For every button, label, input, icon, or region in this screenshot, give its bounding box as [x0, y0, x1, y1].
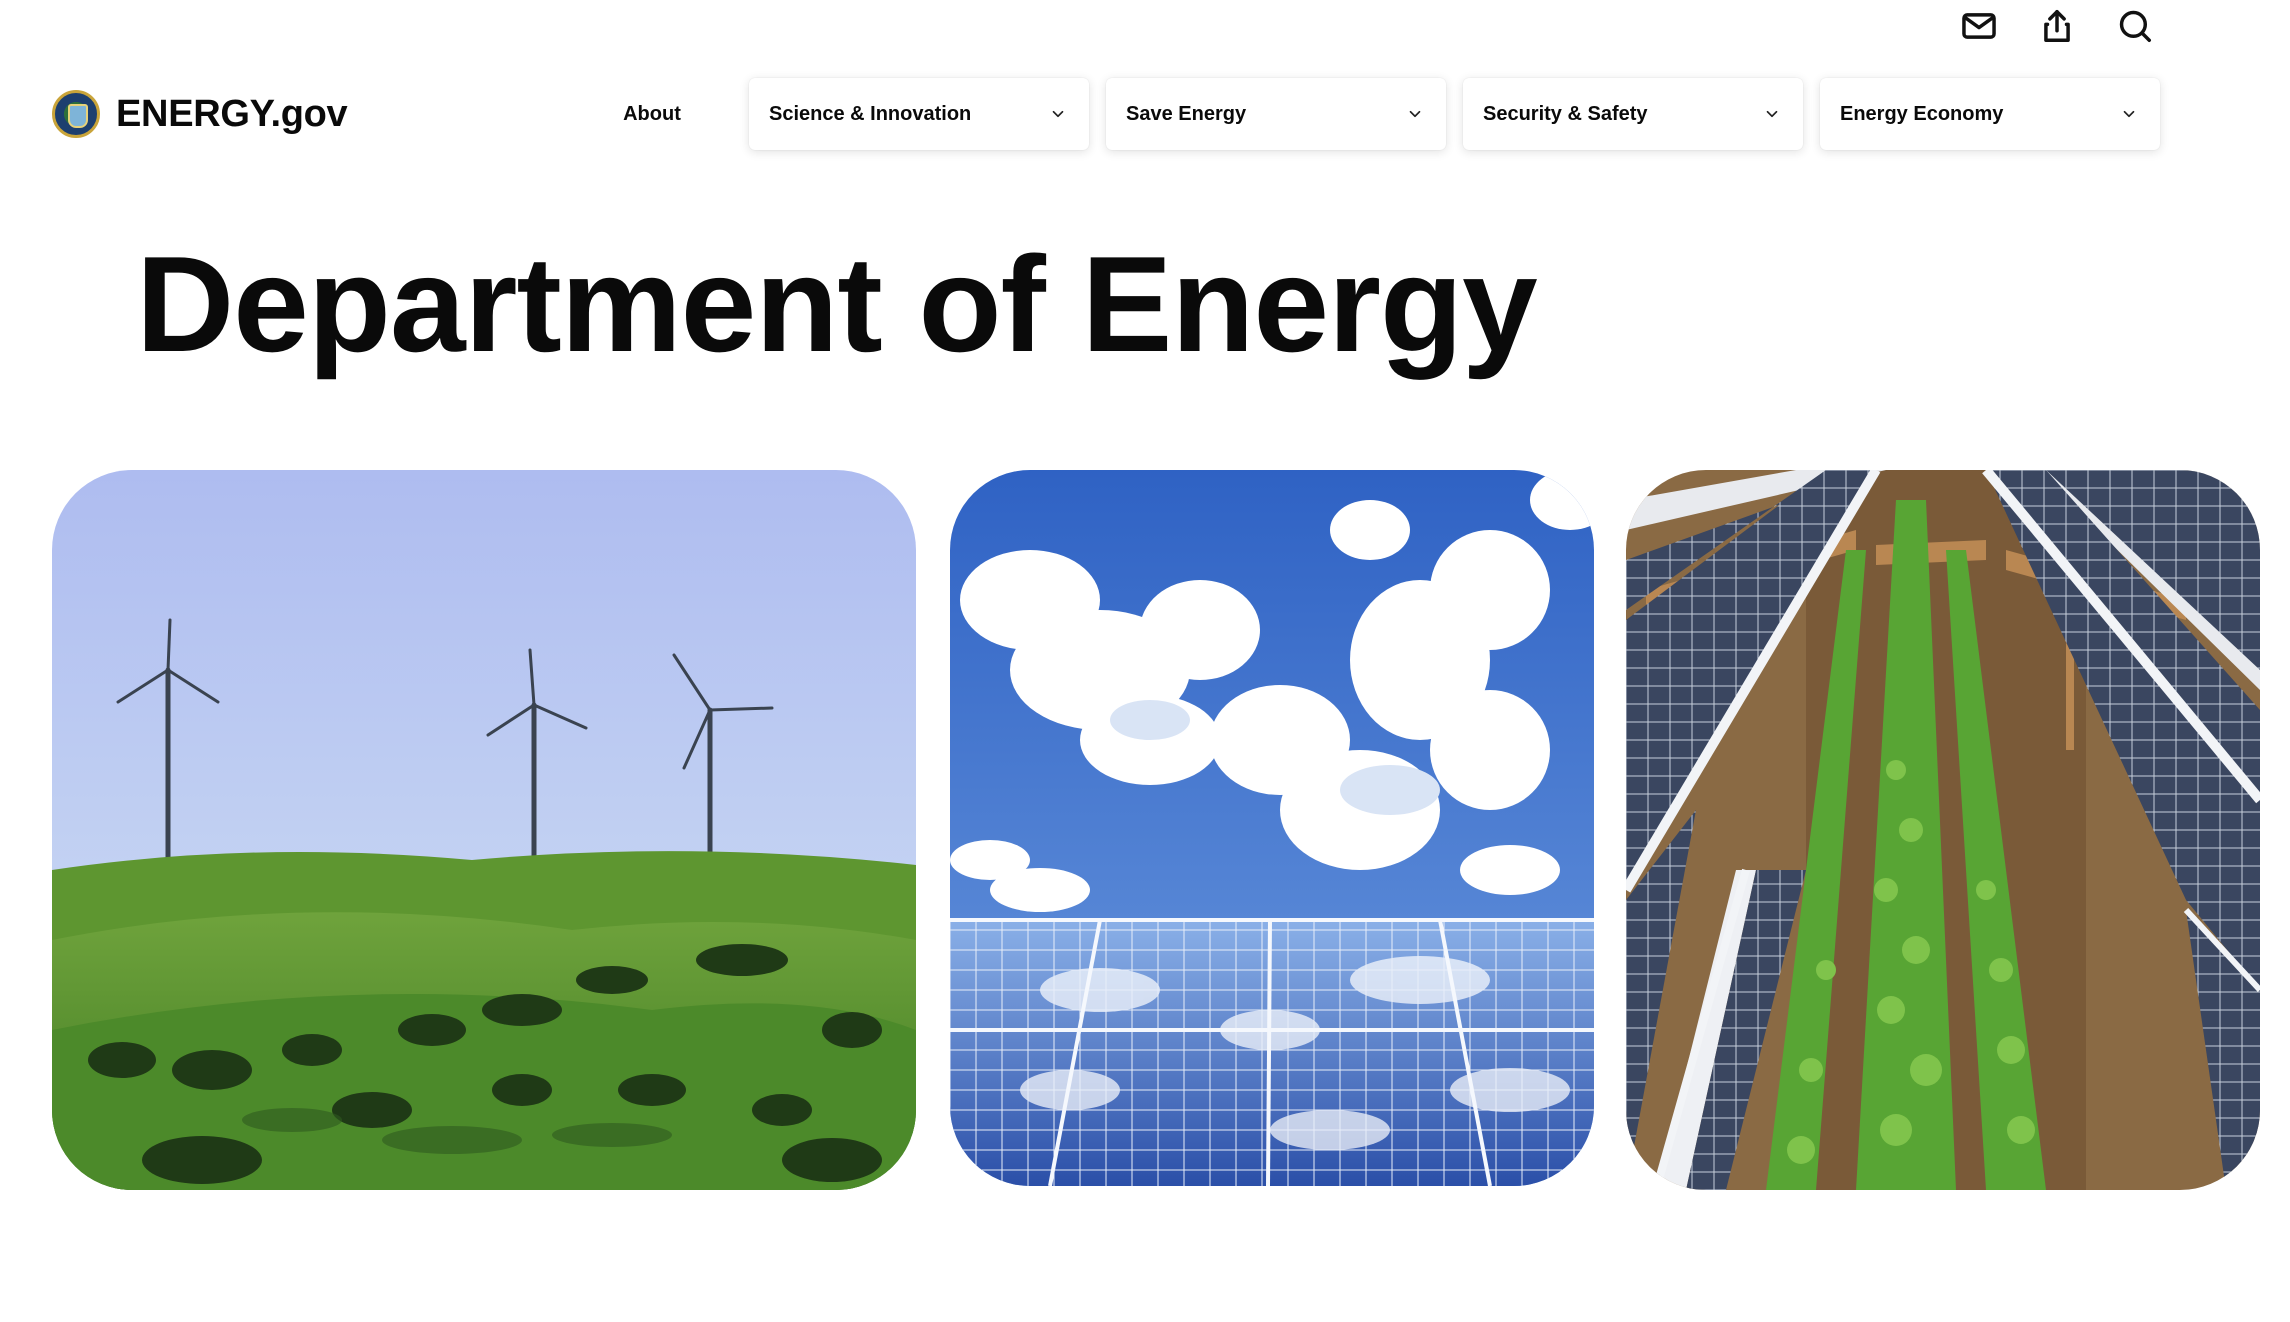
nav-dropdown-label: Science & Innovation: [769, 102, 972, 125]
nav-dropdown-security-safety[interactable]: Security & Safety: [1463, 78, 1803, 150]
nav-dropdown-save-energy[interactable]: Save Energy: [1106, 78, 1446, 150]
nav-dropdown-label: Security & Safety: [1483, 102, 1648, 125]
site-header: ENERGY.gov About Science & Innovation Sa…: [52, 76, 2290, 152]
share-icon[interactable]: [2038, 6, 2076, 46]
wind-turbines-image: [52, 470, 916, 1190]
search-icon[interactable]: [2116, 6, 2154, 46]
agrivoltaics-image: [1626, 470, 2260, 1190]
chevron-down-icon: [1409, 110, 1421, 118]
chevron-down-icon: [1052, 110, 1064, 118]
chevron-down-icon: [1766, 110, 1778, 118]
doe-seal-icon: [52, 90, 100, 138]
nav-dropdown-energy-economy[interactable]: Energy Economy: [1820, 78, 2160, 150]
nav-dropdown-science-innovation[interactable]: Science & Innovation: [749, 78, 1089, 150]
mail-icon[interactable]: [1960, 6, 1998, 46]
nav-about-link[interactable]: About: [572, 103, 732, 126]
brand-link[interactable]: ENERGY.gov: [52, 90, 348, 138]
solar-panels-clouds-image: [950, 470, 1594, 1186]
main-nav: About Science & Innovation Save Energy S…: [572, 76, 2160, 152]
page-title: Department of Energy: [136, 228, 1538, 380]
brand-name: ENERGY.gov: [116, 92, 348, 135]
chevron-down-icon: [2123, 110, 2135, 118]
utility-bar: [1960, 6, 2154, 46]
nav-dropdown-label: Save Energy: [1126, 102, 1247, 125]
nav-dropdown-label: Energy Economy: [1840, 102, 2004, 125]
page: ENERGY.gov About Science & Innovation Sa…: [0, 0, 2290, 1322]
